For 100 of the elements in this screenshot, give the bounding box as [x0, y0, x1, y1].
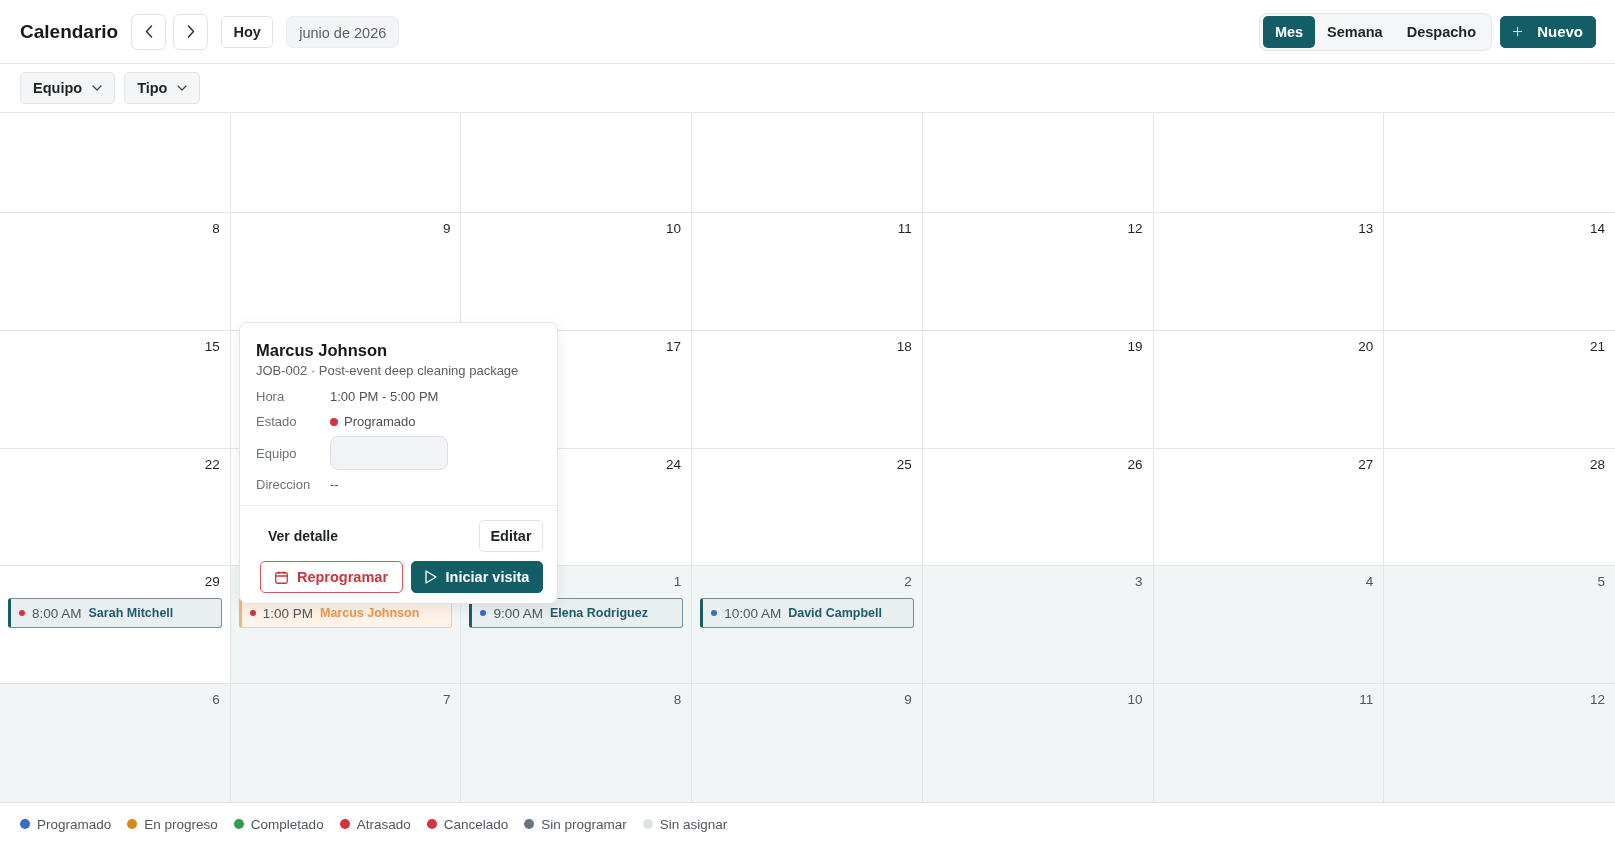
chevron-left-icon — [144, 25, 153, 38]
event-time: 8:00 AM — [32, 605, 82, 621]
day-number: 25 — [896, 456, 912, 473]
day-cell[interactable] — [461, 113, 693, 213]
day-cell[interactable]: 11 — [1153, 684, 1385, 802]
day-cell[interactable]: 12 — [922, 213, 1154, 331]
day-number: 2 — [904, 574, 912, 591]
event-chip[interactable]: 8:00 AM Sarah Mitchell — [8, 598, 222, 629]
play-icon — [424, 570, 437, 584]
day-number: 8 — [212, 221, 220, 237]
field-label: Direccion — [256, 476, 312, 494]
day-number: 6 — [212, 692, 220, 709]
day-cell[interactable]: 9 — [692, 684, 923, 802]
day-number: 20 — [1358, 338, 1374, 355]
day-cell[interactable]: 22 — [0, 448, 231, 567]
event-time: 10:00 AM — [724, 605, 782, 621]
day-number: 10 — [666, 221, 682, 237]
view-tab[interactable]: Despacho — [1394, 15, 1488, 48]
period-label: junio de 2026 — [286, 15, 400, 48]
day-number: 22 — [204, 456, 220, 473]
filter-dropdown[interactable]: Tipo — [124, 72, 201, 104]
day-cell[interactable]: 18 — [692, 330, 923, 449]
day-cell[interactable]: 3 — [922, 566, 1154, 685]
legend-label: En progreso — [144, 816, 218, 832]
chevron-down-icon — [177, 85, 188, 91]
day-cell[interactable]: 13 — [1153, 213, 1385, 331]
legend-label: Completado — [250, 816, 324, 832]
day-number: 17 — [666, 338, 682, 355]
day-cell[interactable] — [0, 113, 231, 213]
day-number: 4 — [1365, 574, 1374, 591]
event-chip[interactable]: 10:00 AM David Campbell — [700, 598, 914, 629]
start-visit-button[interactable]: Iniciar visita — [411, 561, 543, 593]
day-cell[interactable]: 12 — [1384, 684, 1615, 802]
day-cell[interactable]: 19 — [922, 330, 1154, 449]
day-cell[interactable]: 2 10:00 AM David Campbell — [692, 566, 923, 685]
legend-label: Sin programar — [541, 816, 627, 832]
day-cell[interactable]: 5 — [1384, 566, 1615, 685]
day-number: 18 — [896, 338, 912, 355]
day-cell[interactable]: 29 8:00 AM Sarah Mitchell — [0, 566, 231, 685]
day-cell[interactable] — [922, 113, 1154, 213]
day-number: 26 — [1127, 456, 1143, 473]
event-client: David Campbell — [788, 606, 882, 621]
day-cell[interactable]: 7 — [230, 684, 462, 802]
day-number: 5 — [1597, 574, 1605, 591]
day-number: 21 — [1589, 338, 1605, 355]
field-label: Estado — [256, 413, 298, 431]
day-cell[interactable]: 4 — [1153, 566, 1385, 685]
day-number: 28 — [1589, 456, 1605, 473]
day-cell[interactable]: 15 — [0, 330, 231, 449]
day-number: 14 — [1589, 221, 1605, 237]
view-tab[interactable]: Mes — [1263, 15, 1316, 48]
day-cell[interactable]: 27 — [1153, 448, 1385, 567]
day-number: 7 — [442, 692, 451, 709]
day-number: 13 — [1358, 221, 1374, 237]
previous-button[interactable] — [131, 13, 167, 50]
day-cell[interactable]: 9 — [230, 213, 462, 331]
reschedule-button[interactable]: Reprogramar — [260, 561, 403, 593]
plus-icon — [1513, 25, 1523, 38]
new-button[interactable]: Nuevo — [1500, 15, 1596, 48]
legend-label: Cancelado — [443, 816, 509, 832]
day-cell[interactable]: 10 — [922, 684, 1154, 802]
day-number: 9 — [904, 692, 912, 709]
event-client: Elena Rodriguez — [549, 606, 648, 621]
calendar-icon — [274, 570, 288, 584]
field-value: 1:00 PM - 5:00 PM — [330, 388, 440, 406]
day-cell[interactable]: 8 — [0, 213, 231, 331]
event-time: 9:00 AM — [493, 605, 543, 621]
day-cell[interactable]: 8 — [461, 684, 693, 802]
status-text: Programado — [344, 413, 416, 431]
edit-button[interactable]: Editar — [479, 520, 543, 552]
day-number: 11 — [897, 221, 912, 237]
day-cell[interactable] — [230, 113, 462, 213]
day-cell[interactable]: 11 — [692, 213, 923, 331]
today-button[interactable]: Hoy — [221, 15, 274, 48]
next-button[interactable] — [173, 13, 209, 50]
details-button[interactable]: Ver detalle — [256, 520, 351, 552]
chevron-down-icon — [92, 85, 103, 91]
event-time: 1:00 PM — [262, 605, 313, 621]
chevron-right-icon — [186, 25, 195, 38]
view-tab[interactable]: Semana — [1315, 15, 1395, 48]
day-cell[interactable]: 25 — [692, 448, 923, 567]
day-cell[interactable]: 6 — [0, 684, 231, 802]
popover-title: Marcus Johnson — [256, 340, 389, 361]
day-number: 8 — [673, 692, 682, 709]
day-cell[interactable] — [1153, 113, 1385, 213]
day-number: 9 — [442, 221, 451, 237]
event-client: Marcus Johnson — [320, 606, 420, 621]
event-chip[interactable]: 9:00 AM Elena Rodriguez — [469, 598, 684, 629]
page-title: Calendario — [20, 20, 119, 43]
legend-label: Atrasado — [356, 816, 411, 832]
day-cell[interactable] — [692, 113, 923, 213]
legend-label: Programado — [37, 816, 112, 832]
day-cell[interactable]: 20 — [1153, 330, 1385, 449]
team-field[interactable] — [330, 436, 448, 470]
filter-dropdown[interactable]: Equipo — [20, 72, 116, 104]
day-cell[interactable]: 26 — [922, 448, 1154, 567]
day-number: 12 — [1127, 221, 1143, 237]
day-number: 1 — [673, 574, 682, 591]
event-client: Sarah Mitchell — [88, 606, 174, 621]
day-number: 24 — [666, 456, 682, 473]
